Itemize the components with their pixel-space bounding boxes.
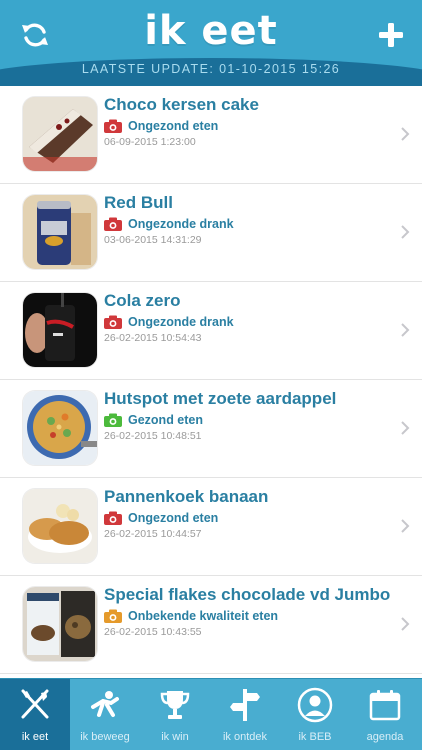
entry-date: 06-09-2015 1:23:00 [104,136,196,148]
camera-icon [104,609,122,623]
chevron-right-icon [401,421,410,435]
last-update-text: LAATSTE UPDATE: 01-10-2015 15:26 [81,62,341,76]
status-label: Gezond eten [128,413,204,427]
entry-title: Special flakes chocolade vd Jumbo [104,585,391,604]
list-item[interactable]: Red Bull Ongezonde drank 03-06-2015 14:3… [0,184,422,282]
entry-thumbnail [23,293,97,367]
entry-title: Pannenkoek banaan [104,487,269,506]
plus-icon[interactable] [378,22,404,48]
entry-thumbnail [23,391,97,465]
entry-status: Ongezond eten [104,118,218,134]
status-label: Ongezond eten [128,511,219,525]
tab-bar: ik eet ik beweeg ik win ik ontdek ik BEB… [0,678,422,750]
entry-thumbnail [23,489,97,563]
tab-ik-beweeg[interactable]: ik beweeg [70,679,140,750]
chevron-right-icon [401,323,410,337]
tab-ik-eet[interactable]: ik eet [0,679,70,750]
chevron-right-icon [401,127,410,141]
tab-agenda[interactable]: agenda [350,679,420,750]
tab-label: ik beweeg [80,731,130,743]
tab-ik-win[interactable]: ik win [140,679,210,750]
trophy-icon [160,691,190,719]
entry-date: 26-02-2015 10:43:55 [104,626,202,638]
tab-ik-ontdek[interactable]: ik ontdek [210,679,280,750]
status-label: Ongezonde drank [128,217,234,231]
entry-status: Onbekende kwaliteit eten [104,608,278,624]
entry-status: Gezond eten [104,412,203,428]
tab-label: ik eet [21,731,49,743]
status-label: Onbekende kwaliteit eten [128,609,279,623]
tab-label: agenda [366,731,404,743]
list-item[interactable]: Choco kersen cake Ongezond eten 06-09-20… [0,86,422,184]
entry-title: Choco kersen cake [104,95,259,114]
entry-date: 26-02-2015 10:54:43 [104,332,202,344]
running-person-icon [91,691,119,717]
signpost-icon [230,689,260,721]
entry-status: Ongezonde drank [104,216,234,232]
camera-icon [104,217,122,231]
list-item[interactable]: Hutspot met zoete aardappel Gezond eten … [0,380,422,478]
entry-title: Red Bull [104,193,173,212]
tab-label: ik win [161,731,189,743]
app-screen: ik eet LAATSTE UPDATE: 01-10-2015 15:26 … [0,0,422,750]
entry-title: Cola zero [104,291,181,310]
camera-icon [104,511,122,525]
status-label: Ongezond eten [128,119,219,133]
chevron-right-icon [401,225,410,239]
list-item[interactable]: Special flakes chocolade vd Jumbo Onbeke… [0,576,422,674]
tab-label: ik ontdek [222,731,268,743]
entry-date: 26-02-2015 10:48:51 [104,430,202,442]
entry-date: 03-06-2015 14:31:29 [104,234,202,246]
camera-icon [104,119,122,133]
entry-thumbnail [23,587,97,661]
entry-title: Hutspot met zoete aardappel [104,389,337,408]
header: ik eet LAATSTE UPDATE: 01-10-2015 15:26 [0,0,422,86]
fork-knife-icon [21,689,49,719]
entry-thumbnail [23,97,97,171]
entry-list: Choco kersen cake Ongezond eten 06-09-20… [0,86,422,678]
list-item[interactable]: Pannenkoek banaan Ongezond eten 26-02-20… [0,478,422,576]
entry-status: Ongezond eten [104,510,218,526]
chevron-right-icon [401,519,410,533]
chevron-right-icon [401,617,410,631]
camera-icon [104,413,122,427]
list-item[interactable]: Cola zero Ongezonde drank 26-02-2015 10:… [0,282,422,380]
app-title: ik eet [144,8,278,54]
calendar-icon [369,690,401,721]
entry-date: 26-02-2015 10:44:57 [104,528,202,540]
tab-label: ik BEB [298,731,332,743]
status-label: Ongezonde drank [128,315,234,329]
profile-icon [297,687,333,723]
camera-icon [104,315,122,329]
tab-ik-beb[interactable]: ik BEB [280,679,350,750]
entry-status: Ongezonde drank [104,314,234,330]
entry-thumbnail [23,195,97,269]
